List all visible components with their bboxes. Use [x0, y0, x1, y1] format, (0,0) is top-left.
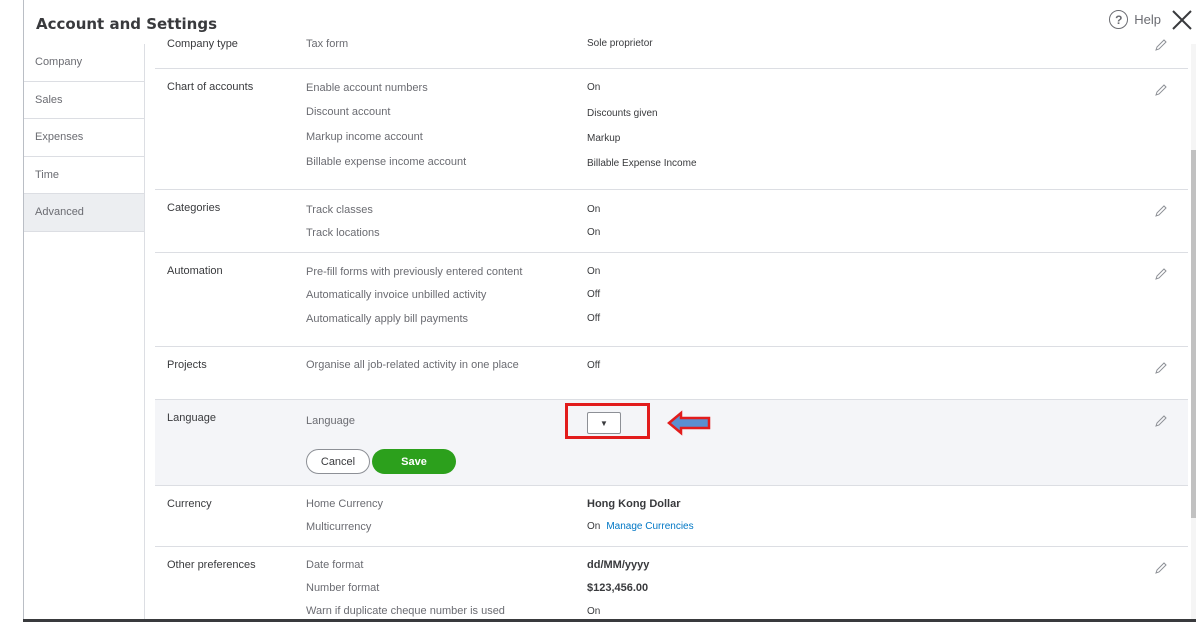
- section-other-preferences: Other preferences Date format dd/MM/yyyy…: [155, 547, 1188, 619]
- setting-value: Hong Kong Dollar: [587, 498, 681, 510]
- section-currency: Currency Home Currency Hong Kong Dollar …: [155, 486, 1188, 547]
- sidebar-item-time[interactable]: Time: [24, 157, 144, 194]
- pencil-icon[interactable]: [1154, 414, 1168, 428]
- section-title: Other preferences: [167, 559, 256, 571]
- cancel-button[interactable]: Cancel: [306, 449, 370, 474]
- setting-value: On: [587, 227, 601, 238]
- setting-label: Enable account numbers: [306, 82, 428, 94]
- setting-label: Number format: [306, 582, 380, 594]
- section-title: Automation: [167, 265, 223, 277]
- setting-label: Markup income account: [306, 131, 423, 143]
- sidebar-item-sales[interactable]: Sales: [24, 82, 144, 119]
- setting-value: On: [587, 266, 601, 277]
- manage-currencies-link[interactable]: Manage Currencies: [606, 521, 693, 532]
- section-title: Categories: [167, 202, 221, 214]
- section-title: Projects: [167, 359, 207, 371]
- setting-value: Off: [587, 360, 601, 371]
- pencil-icon[interactable]: [1154, 361, 1168, 375]
- highlight-box: [565, 403, 650, 439]
- section-chart-of-accounts: Chart of accounts Enable account numbers…: [155, 69, 1188, 190]
- setting-label: Language: [306, 415, 355, 427]
- setting-label: Warn if duplicate cheque number is used: [306, 605, 505, 617]
- setting-value: dd/MM/yyyy: [587, 559, 650, 571]
- pencil-icon[interactable]: [1154, 83, 1168, 97]
- section-title: Language: [167, 412, 216, 424]
- setting-value-group: On Manage Currencies: [587, 521, 694, 532]
- section-projects: Projects Organise all job-related activi…: [155, 347, 1188, 400]
- setting-label: Home Currency: [306, 498, 384, 510]
- setting-label: Multicurrency: [306, 521, 372, 533]
- setting-label: Track locations: [306, 227, 380, 239]
- section-automation: Automation Pre-fill forms with previousl…: [155, 253, 1188, 347]
- setting-value: Off: [587, 313, 601, 324]
- pencil-icon[interactable]: [1154, 204, 1168, 218]
- setting-value: Off: [587, 289, 601, 300]
- section-language: Language Language ▼ Cancel Save: [155, 400, 1188, 486]
- setting-label: Billable expense income account: [306, 156, 467, 168]
- setting-value: Markup: [587, 133, 621, 144]
- pencil-icon[interactable]: [1154, 267, 1168, 281]
- setting-label: Organise all job-related activity in one…: [306, 359, 519, 371]
- setting-label: Automatically invoice unbilled activity: [306, 289, 487, 301]
- setting-label: Pre-fill forms with previously entered c…: [306, 266, 523, 278]
- sidebar-item-expenses[interactable]: Expenses: [24, 119, 144, 157]
- sidebar-item-company[interactable]: Company: [24, 44, 144, 82]
- save-button[interactable]: Save: [372, 449, 456, 474]
- setting-value: On: [587, 606, 601, 617]
- setting-value: Sole proprietor: [587, 38, 653, 49]
- setting-value: On: [587, 204, 601, 215]
- section-title: Company type: [167, 38, 238, 50]
- settings-sidebar: Company Sales Expenses Time Advanced: [24, 44, 145, 619]
- section-title: Chart of accounts: [167, 81, 254, 93]
- section-categories: Categories Track classes On Track locati…: [155, 190, 1188, 253]
- setting-label: Date format: [306, 559, 364, 571]
- setting-label: Automatically apply bill payments: [306, 313, 469, 325]
- setting-label: Tax form: [306, 38, 349, 50]
- settings-content: Company type Tax form Sole proprietor Ch…: [145, 0, 1193, 619]
- pencil-icon[interactable]: [1154, 38, 1168, 52]
- section-title: Currency: [167, 498, 212, 510]
- setting-value: On: [587, 82, 601, 93]
- scrollbar-thumb[interactable]: [1191, 150, 1196, 518]
- setting-value: $123,456.00: [587, 582, 649, 594]
- setting-value: Billable Expense Income: [587, 158, 697, 169]
- setting-label: Discount account: [306, 106, 391, 118]
- left-arrow-icon: [667, 410, 711, 436]
- section-company-type: Company type Tax form Sole proprietor: [155, 24, 1188, 69]
- setting-value: Discounts given: [587, 108, 658, 119]
- setting-label: Track classes: [306, 204, 373, 216]
- setting-value: On: [587, 521, 601, 532]
- pencil-icon[interactable]: [1154, 561, 1168, 575]
- sidebar-item-advanced[interactable]: Advanced: [24, 194, 144, 232]
